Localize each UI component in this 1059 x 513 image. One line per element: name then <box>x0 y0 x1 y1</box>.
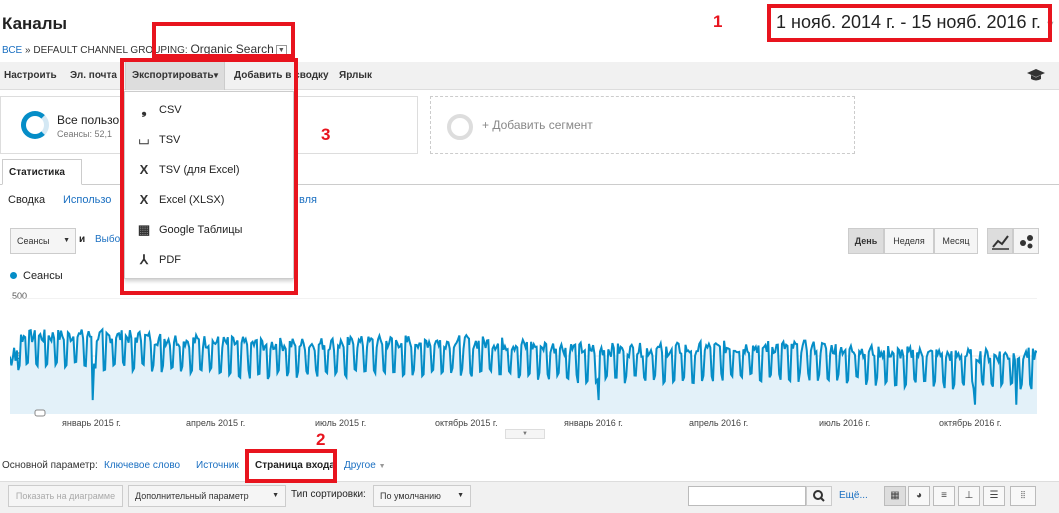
segment-sessions: Сеансы: 52,1 <box>57 129 112 139</box>
secondary-dimension-label: Дополнительный параметр <box>135 491 249 501</box>
secondary-dimension-select[interactable]: Дополнительный параметр ▼ <box>128 485 286 507</box>
line-chart-icon <box>992 235 1009 250</box>
legend-label: Сеансы <box>23 270 63 282</box>
metric-select-value: Сеансы <box>17 236 50 246</box>
plot-rows-button[interactable]: Показать на диаграмме <box>8 485 123 507</box>
advanced-filter-link[interactable]: Ещё... <box>839 490 868 501</box>
x-tick-label: январь 2016 г. <box>564 418 623 428</box>
x-tick-label: июль 2015 г. <box>315 418 367 428</box>
comparison-view-button[interactable]: ⊥ <box>958 486 980 506</box>
add-segment-label: + Добавить сегмент <box>482 118 593 132</box>
segment-name: Все пользо <box>57 113 120 127</box>
term-cloud-view-button[interactable]: ☰ <box>983 486 1005 506</box>
table-search-input[interactable] <box>688 486 806 506</box>
customize-button[interactable]: Настроить <box>4 70 57 81</box>
email-button[interactable]: Эл. почта <box>70 70 117 81</box>
shortcut-button[interactable]: Ярлык <box>339 70 372 81</box>
subtab-summary[interactable]: Сводка <box>8 194 45 206</box>
sort-type-select[interactable]: По умолчанию ▼ <box>373 485 471 507</box>
pivot-view-button[interactable]: ⦙⦙ <box>1010 486 1036 506</box>
chevron-down-icon: ▼ <box>63 237 70 244</box>
annotation-marker-icon[interactable] <box>34 409 46 417</box>
search-button[interactable] <box>806 486 832 506</box>
tab-statistics[interactable]: Статистика <box>2 159 82 185</box>
sort-type-value: По умолчанию <box>380 491 441 501</box>
empty-ring-icon <box>447 114 473 140</box>
segment-donut-icon <box>21 111 49 139</box>
graduation-cap-icon[interactable] <box>1027 68 1045 82</box>
legend-dot <box>10 272 17 279</box>
page-title: Каналы <box>2 14 68 33</box>
add-segment-button[interactable]: + Добавить сегмент <box>430 96 855 154</box>
sort-type-label: Тип сортировки: <box>291 489 366 500</box>
metric-select[interactable]: Сеансы ▼ <box>10 228 76 254</box>
table-view-button[interactable]: ▦ <box>884 486 906 506</box>
x-tick-label: октябрь 2015 г. <box>435 418 498 428</box>
and-label: и <box>79 234 86 245</box>
x-tick-label: апрель 2015 г. <box>186 418 246 428</box>
chevron-down-icon: ▼ <box>272 492 279 499</box>
period-day-button[interactable]: День <box>848 228 884 254</box>
breadcrumb-separator: » <box>25 45 31 56</box>
chevron-down-icon: ▼ <box>457 492 464 499</box>
select-metric-link[interactable]: Выбо <box>95 234 120 245</box>
annotation-box-landing-page <box>245 449 337 483</box>
performance-view-button[interactable]: ≡ <box>933 486 955 506</box>
x-tick-label: апрель 2016 г. <box>689 418 749 428</box>
annotation-box-segment-filter <box>152 22 295 58</box>
breadcrumb-all-link[interactable]: ВСЕ <box>2 45 22 56</box>
x-tick-label: июль 2016 г. <box>819 418 871 428</box>
line-chart-view-button[interactable] <box>987 228 1013 254</box>
x-tick-label: октябрь 2016 г. <box>939 418 1002 428</box>
subtab-ecommerce[interactable]: вля <box>299 194 317 206</box>
period-month-button[interactable]: Месяц <box>934 228 978 254</box>
chart-legend: Сеансы <box>10 270 63 282</box>
collapse-chart-toggle[interactable]: ▼ <box>505 429 545 439</box>
annotation-number: 2 <box>316 430 326 449</box>
dimension-other-dropdown[interactable]: Другое ▼ <box>344 460 386 471</box>
annotation-number: 3 <box>321 125 331 144</box>
motion-chart-view-button[interactable] <box>1013 228 1039 254</box>
dimension-source-link[interactable]: Источник <box>196 460 239 471</box>
annotation-box-date-range <box>767 4 1052 42</box>
dimension-other-label: Другое <box>344 460 376 471</box>
x-tick-label: январь 2015 г. <box>62 418 121 428</box>
pie-view-button[interactable]: ◕ <box>908 486 930 506</box>
period-week-button[interactable]: Неделя <box>884 228 934 254</box>
bubble-chart-icon <box>1020 235 1033 249</box>
subtab-usage[interactable]: Использо <box>63 194 111 206</box>
chevron-down-icon: ▼ <box>378 463 386 470</box>
annotation-box-export-menu <box>120 58 298 295</box>
search-icon <box>813 490 825 502</box>
sessions-line-chart <box>10 298 1037 414</box>
dimension-keyword-link[interactable]: Ключевое слово <box>104 460 180 471</box>
annotation-number: 1 <box>713 12 723 31</box>
primary-dimension-label: Основной параметр: <box>2 460 98 471</box>
